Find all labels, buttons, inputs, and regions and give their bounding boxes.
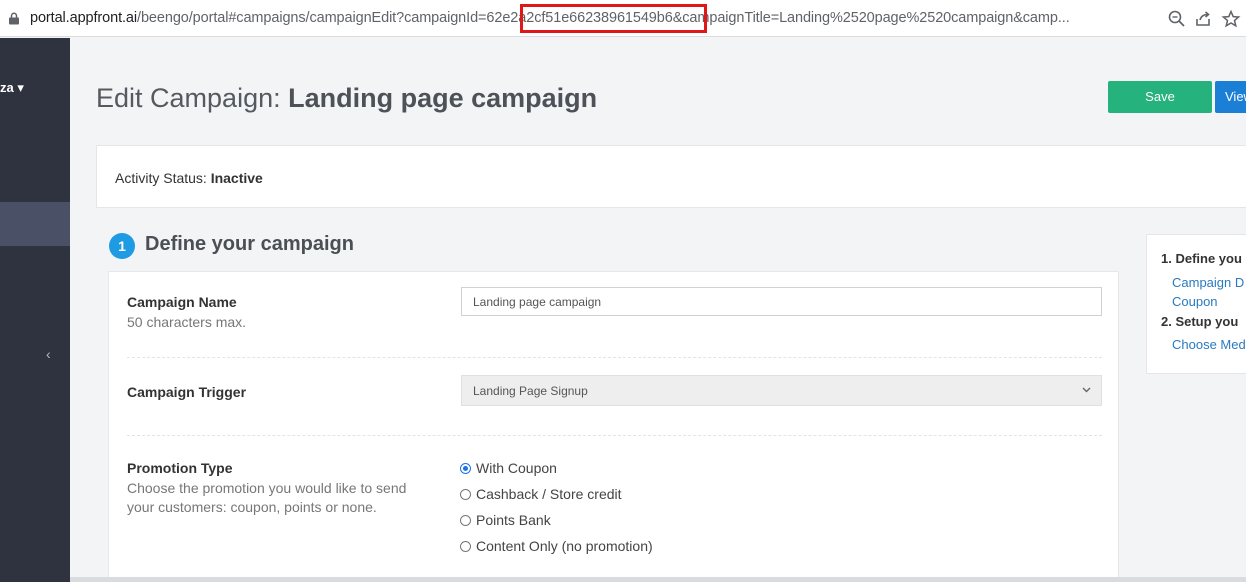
radio-cashback[interactable]: Cashback / Store credit bbox=[460, 486, 622, 506]
campaign-name-input[interactable]: Landing page campaign bbox=[461, 287, 1102, 316]
star-icon[interactable] bbox=[1221, 9, 1241, 29]
toc-section-define: 1. Define you bbox=[1161, 251, 1242, 266]
promotion-type-hint: Choose the promotion you would like to s… bbox=[127, 480, 407, 515]
lock-icon bbox=[9, 12, 19, 25]
activity-status-card: Activity Status: Inactive bbox=[96, 145, 1246, 208]
step-number-badge: 1 bbox=[109, 233, 135, 259]
radio-label: Points Bank bbox=[476, 512, 551, 528]
radio-checked-icon[interactable] bbox=[460, 463, 471, 474]
zoom-icon[interactable] bbox=[1167, 9, 1187, 29]
campaign-name-label: Campaign Name bbox=[127, 294, 237, 310]
radio-unchecked-icon[interactable] bbox=[460, 515, 471, 526]
define-campaign-form: Campaign Name 50 characters max. Landing… bbox=[108, 271, 1119, 582]
campaign-name-hint: 50 characters max. bbox=[127, 314, 247, 330]
campaign-trigger-select[interactable]: Landing Page Signup bbox=[461, 375, 1102, 406]
activity-status-value: Inactive bbox=[210, 170, 263, 186]
toc-link-campaign-details[interactable]: Campaign D bbox=[1172, 275, 1244, 290]
campaign-title: Landing page campaign bbox=[288, 83, 598, 113]
radio-unchecked-icon[interactable] bbox=[460, 541, 471, 552]
campaign-id-highlight-box bbox=[520, 4, 707, 33]
left-sidebar: za ▾ ‹ bbox=[0, 38, 70, 582]
page-title: Edit Campaign: Landing page campaign bbox=[96, 83, 597, 114]
toc-section-setup: 2. Setup you bbox=[1161, 314, 1239, 329]
bottom-scroll-edge bbox=[70, 577, 1246, 582]
user-menu[interactable]: za ▾ bbox=[0, 80, 24, 96]
divider bbox=[127, 357, 1102, 358]
toc-link-choose-media[interactable]: Choose Med bbox=[1172, 337, 1246, 352]
collapse-chevron-icon[interactable]: ‹ bbox=[46, 346, 51, 362]
divider bbox=[127, 435, 1102, 436]
radio-with-coupon[interactable]: With Coupon bbox=[460, 460, 557, 480]
activity-status-label: Activity Status: bbox=[115, 170, 207, 186]
sidebar-item-active[interactable] bbox=[0, 202, 70, 246]
activity-status: Activity Status: Inactive bbox=[115, 170, 263, 186]
chevron-down-icon bbox=[1082, 387, 1091, 393]
radio-unchecked-icon[interactable] bbox=[460, 489, 471, 500]
browser-address-bar[interactable]: portal.appfront.ai/beengo/portal#campaig… bbox=[0, 0, 1246, 37]
url-host: portal.appfront.ai bbox=[30, 10, 138, 26]
radio-points-bank[interactable]: Points Bank bbox=[460, 512, 551, 532]
radio-label: Cashback / Store credit bbox=[476, 486, 622, 502]
campaign-trigger-value: Landing Page Signup bbox=[473, 384, 588, 398]
share-icon[interactable] bbox=[1194, 9, 1214, 29]
steps-navigation-panel: 1. Define you Campaign D Coupon 2. Setup… bbox=[1146, 234, 1246, 374]
radio-label: Content Only (no promotion) bbox=[476, 538, 653, 554]
view-button[interactable]: View bbox=[1215, 81, 1246, 113]
radio-content-only[interactable]: Content Only (no promotion) bbox=[460, 538, 653, 558]
page-title-prefix: Edit Campaign: bbox=[96, 83, 281, 113]
promotion-type-label: Promotion Type bbox=[127, 460, 233, 476]
section-title: Define your campaign bbox=[145, 233, 354, 255]
toc-link-coupon[interactable]: Coupon bbox=[1172, 294, 1218, 309]
save-button[interactable]: Save bbox=[1108, 81, 1212, 113]
campaign-trigger-label: Campaign Trigger bbox=[127, 384, 247, 400]
radio-label: With Coupon bbox=[476, 460, 557, 476]
